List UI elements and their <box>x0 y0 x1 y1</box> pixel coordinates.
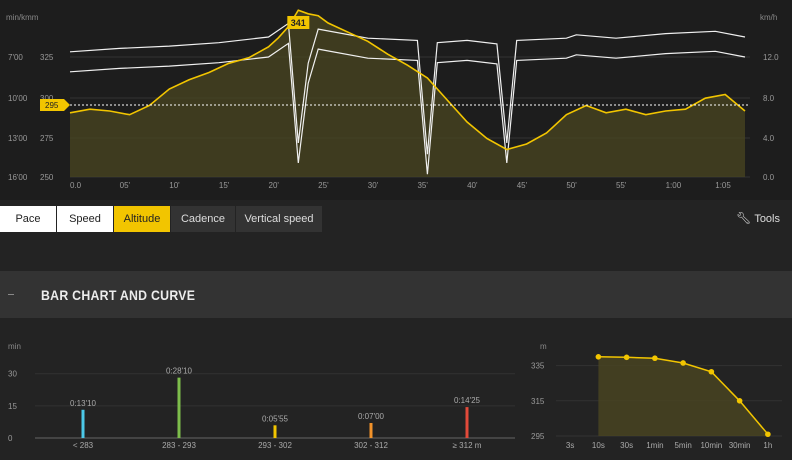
vertical-speed-button[interactable]: Vertical speed <box>236 206 322 232</box>
bar-category-label: 293 - 302 <box>258 441 292 450</box>
bar <box>369 423 373 438</box>
curve-x-tick: 3s <box>566 441 574 450</box>
bar <box>273 425 277 438</box>
current-altitude-badge: 295 <box>40 99 70 111</box>
curve-y-unit: m <box>540 342 547 351</box>
time-tick-label: 1:00 <box>666 181 682 190</box>
pace-tick-label: 13'00 <box>8 134 28 143</box>
time-tick-label: 15' <box>219 181 230 190</box>
time-tick-label: 35' <box>417 181 428 190</box>
time-tick-label: 45' <box>517 181 528 190</box>
altitude-button[interactable]: Altitude <box>114 206 170 232</box>
curve-y-tick: 315 <box>531 397 545 406</box>
time-tick-label: 0.0 <box>70 181 82 190</box>
curve-x-tick: 1h <box>763 441 772 450</box>
curve-x-tick: 30s <box>620 441 633 450</box>
curve-point <box>595 354 602 360</box>
curve-point <box>623 354 630 361</box>
curve-x-tick: 10min <box>700 441 722 450</box>
altitude-tick-label: 325 <box>40 53 54 62</box>
altitude-tick-label: 275 <box>40 134 54 143</box>
metric-selector: Pace Speed Altitude Cadence Vertical spe… <box>0 200 792 240</box>
time-tick-label: 10' <box>169 181 180 190</box>
bottom-charts-svg: min 30 15 0 0:13'10 < 283 0:28'10 283 - 293 0:05… <box>8 342 782 450</box>
time-tick-label: 40' <box>467 181 478 190</box>
curve-x-tick: 10s <box>592 441 605 450</box>
time-tick-label: 25' <box>318 181 329 190</box>
curve-chart: m 335 315 295 3s 10s 30s 1min 5min 10min 30min 1h <box>531 342 782 450</box>
bar-category-label: 302 - 312 <box>354 441 388 450</box>
bar-value-label: 0:07'00 <box>358 412 385 421</box>
bar-value-label: 0:13'10 <box>70 399 97 408</box>
bar <box>177 377 181 438</box>
cadence-button[interactable]: Cadence <box>171 206 235 232</box>
section-title: BAR CHART AND CURVE <box>41 287 196 303</box>
time-tick-label: 05' <box>120 181 131 190</box>
curve-point <box>765 431 771 438</box>
bar-category-label: < 283 <box>73 441 94 450</box>
time-tick-label: 30' <box>368 181 379 190</box>
time-tick-label: 20' <box>269 181 280 190</box>
pace-tick-label: 7'00 <box>8 53 23 62</box>
main-chart[interactable]: min/kmm km/h7'00 325 12.010'00 300 8.013'00 27… <box>0 0 792 200</box>
speed-tick-label: 0.0 <box>763 173 775 182</box>
bar <box>81 409 85 438</box>
pace-button[interactable]: Pace <box>0 206 56 232</box>
bar-y-tick: 30 <box>8 370 17 379</box>
bar <box>465 407 469 438</box>
section-header: BAR CHART AND CURVE <box>0 271 792 318</box>
curve-x-tick: 5min <box>674 441 691 450</box>
curve-y-tick: 295 <box>531 432 545 441</box>
bar-chart: min 30 15 0 0:13'10 < 283 0:28'10 283 - 293 0:05… <box>8 342 515 450</box>
wrench-icon: 🔧︎ <box>736 211 752 225</box>
current-altitude-label: 295 <box>45 101 59 110</box>
main-chart-panel[interactable]: min/kmm km/h 7'00 325 12.0 10'00 300 8.0 13'00 27… <box>0 0 792 200</box>
pace-tick-label: 16'00 <box>8 173 28 182</box>
curve-point <box>680 360 686 366</box>
speed-tick-label: 8.0 <box>763 94 775 103</box>
bar-y-tick: 15 <box>8 402 17 411</box>
curve-x-tick: 1min <box>646 441 663 450</box>
collapse-icon[interactable] <box>8 294 14 295</box>
pace-tick-label: 10'00 <box>8 94 28 103</box>
speed-tick-label: 4.0 <box>763 134 775 143</box>
left-unit-label: min/kmm <box>6 13 39 22</box>
curve-x-tick: 30min <box>729 441 751 450</box>
curve-y-tick: 335 <box>531 362 545 371</box>
speed-tick-label: 12.0 <box>763 53 779 62</box>
bar-value-label: 0:28'10 <box>166 367 193 376</box>
max-altitude-label: 341 <box>291 18 306 28</box>
altitude-tick-label: 250 <box>40 173 54 182</box>
max-altitude-badge: 341 <box>287 16 310 29</box>
right-unit-label: km/h <box>760 13 777 22</box>
tools-button[interactable]: 🔧︎ Tools <box>736 211 780 225</box>
speed-button[interactable]: Speed <box>57 206 113 232</box>
bottom-charts: min 30 15 0 0:13'10 < 283 0:28'10 283 - 293 0:05… <box>0 318 792 460</box>
bar-y-tick: 0 <box>8 434 13 443</box>
curve-point <box>708 368 715 375</box>
curve-point <box>652 355 658 362</box>
time-tick-label: 55' <box>616 181 627 190</box>
bar-category-label: ≥ 312 m <box>453 441 482 450</box>
bar-y-unit: min <box>8 342 21 351</box>
time-tick-label: 50' <box>566 181 577 190</box>
tools-label: Tools <box>754 213 780 225</box>
bar-value-label: 0:14'25 <box>454 396 481 405</box>
bar-category-label: 283 - 293 <box>162 441 196 450</box>
time-tick-label: 1:05 <box>715 181 731 190</box>
curve-area <box>598 356 768 436</box>
bar-value-label: 0:05'55 <box>262 414 289 423</box>
curve-point <box>736 398 743 404</box>
